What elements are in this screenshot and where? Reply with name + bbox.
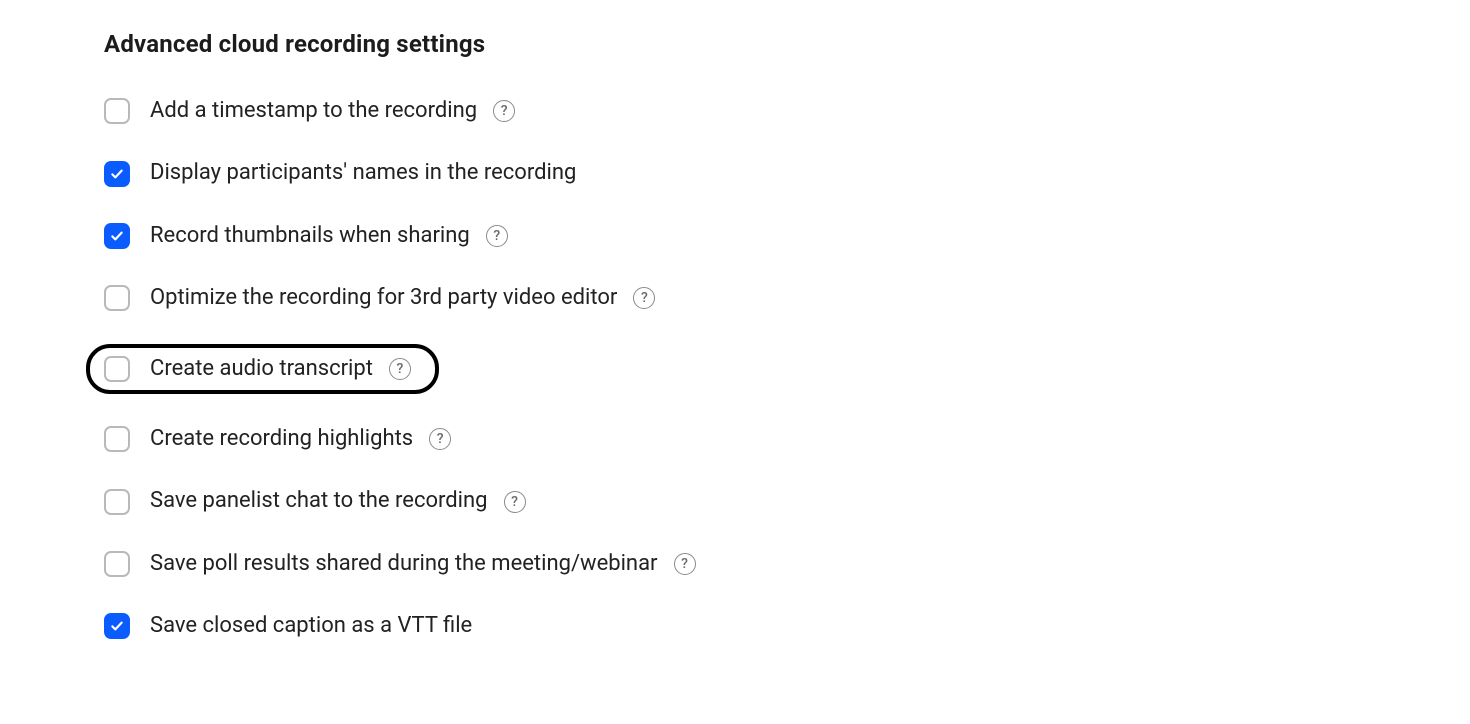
option-audio-transcript: Create audio transcript? <box>86 344 439 394</box>
help-icon[interactable]: ? <box>389 358 411 380</box>
checkbox-panelist-chat[interactable] <box>104 489 130 515</box>
label-timestamp[interactable]: Add a timestamp to the recording <box>150 98 477 124</box>
option-panelist-chat: Save panelist chat to the recording? <box>104 484 1470 518</box>
checkbox-optimize-3rd-party[interactable] <box>104 285 130 311</box>
label-thumbnails[interactable]: Record thumbnails when sharing <box>150 223 470 249</box>
options-list: Add a timestamp to the recording? Display… <box>104 94 1470 644</box>
help-icon[interactable]: ? <box>429 428 451 450</box>
label-panelist-chat[interactable]: Save panelist chat to the recording <box>150 488 488 514</box>
label-audio-transcript[interactable]: Create audio transcript <box>150 356 373 382</box>
option-poll-results: Save poll results shared during the meet… <box>104 547 1470 581</box>
checkbox-timestamp[interactable] <box>104 98 130 124</box>
help-icon[interactable]: ? <box>486 225 508 247</box>
recording-settings-section: Advanced cloud recording settings Add a … <box>0 0 1470 644</box>
label-participant-names[interactable]: Display participants' names in the recor… <box>150 160 576 186</box>
checkbox-audio-transcript[interactable] <box>104 356 130 382</box>
option-thumbnails: Record thumbnails when sharing? <box>104 219 1470 253</box>
label-optimize-3rd-party[interactable]: Optimize the recording for 3rd party vid… <box>150 285 617 311</box>
checkbox-highlights[interactable] <box>104 426 130 452</box>
help-icon[interactable]: ? <box>674 553 696 575</box>
option-timestamp: Add a timestamp to the recording? <box>104 94 1470 128</box>
option-participant-names: Display participants' names in the recor… <box>104 156 1470 190</box>
checkbox-thumbnails[interactable] <box>104 223 130 249</box>
option-closed-caption-vtt: Save closed caption as a VTT file <box>104 609 1470 643</box>
label-poll-results[interactable]: Save poll results shared during the meet… <box>150 551 658 577</box>
label-highlights[interactable]: Create recording highlights <box>150 426 413 452</box>
help-icon[interactable]: ? <box>504 491 526 513</box>
option-optimize-3rd-party: Optimize the recording for 3rd party vid… <box>104 281 1470 315</box>
help-icon[interactable]: ? <box>633 287 655 309</box>
section-title: Advanced cloud recording settings <box>104 30 1470 58</box>
help-icon[interactable]: ? <box>493 100 515 122</box>
label-closed-caption-vtt[interactable]: Save closed caption as a VTT file <box>150 613 472 639</box>
checkbox-participant-names[interactable] <box>104 161 130 187</box>
checkbox-closed-caption-vtt[interactable] <box>104 613 130 639</box>
option-highlights: Create recording highlights? <box>104 422 1470 456</box>
checkbox-poll-results[interactable] <box>104 551 130 577</box>
